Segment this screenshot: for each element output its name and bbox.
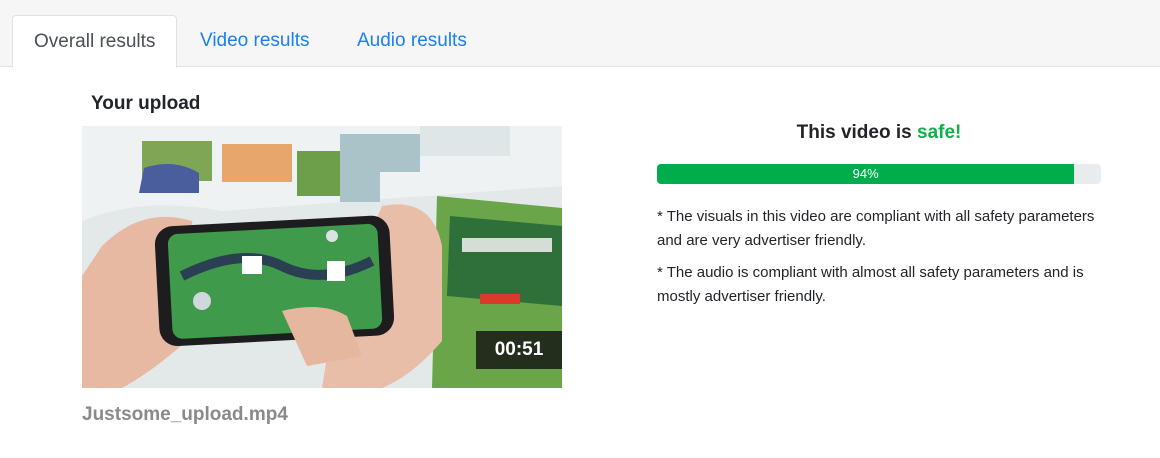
audio-compliance-note: * The audio is compliant with almost all…: [657, 264, 1084, 305]
safety-score-progress: 94%: [657, 164, 1101, 184]
verdict-safe-label: safe!: [917, 122, 962, 143]
tab-video-results[interactable]: Video results: [179, 15, 331, 67]
tab-audio-results[interactable]: Audio results: [336, 15, 488, 67]
upload-heading: Your upload: [91, 93, 201, 114]
verdict-prefix: This video is: [796, 122, 917, 143]
visual-compliance-note: * The visuals in this video are complian…: [657, 208, 1095, 249]
upload-filename: Justsome_upload.mp4: [82, 404, 288, 425]
verdict-heading: This video is safe!: [656, 122, 1102, 144]
video-duration-badge: 00:51: [476, 331, 562, 369]
video-thumbnail[interactable]: 00:51: [82, 126, 562, 388]
tab-bar: Overall results Video results Audio resu…: [0, 0, 1160, 68]
safety-score-progress-fill: 94%: [657, 164, 1075, 184]
tab-overall-results[interactable]: Overall results: [12, 15, 178, 68]
